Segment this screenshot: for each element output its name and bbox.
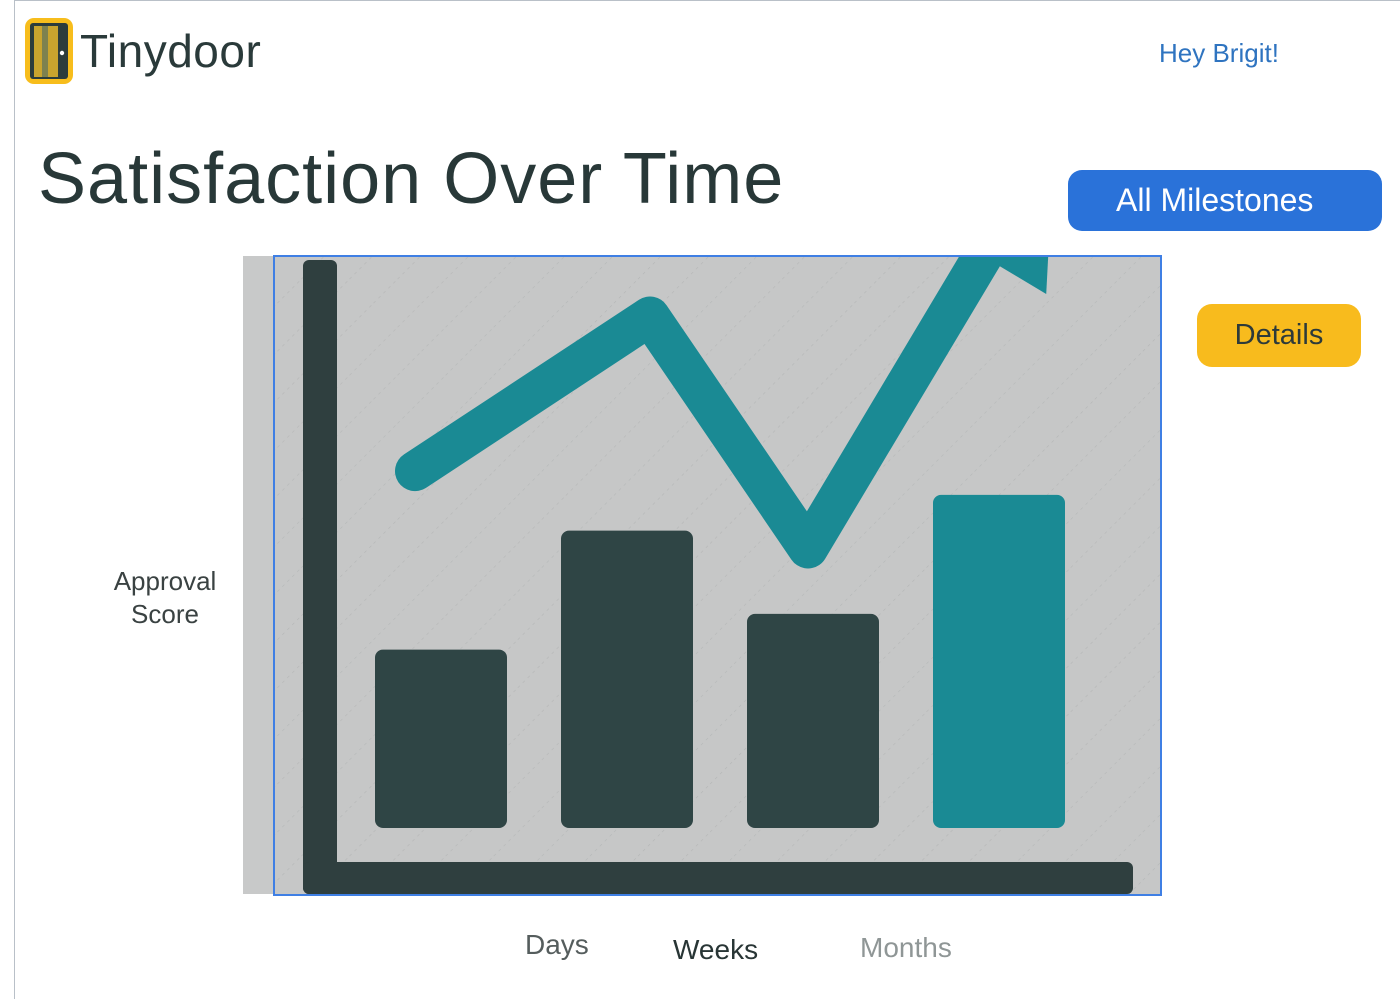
- app-logo[interactable]: Tinydoor: [24, 17, 261, 85]
- chart-svg: [275, 257, 1160, 894]
- tab-days[interactable]: Days: [525, 929, 589, 961]
- door-icon: [25, 18, 73, 84]
- chart-bar: [933, 494, 1065, 828]
- all-milestones-button[interactable]: All Milestones: [1068, 170, 1382, 231]
- app-name: Tinydoor: [80, 25, 262, 77]
- x-axis: [303, 862, 1133, 894]
- chart-bar: [561, 530, 693, 828]
- tab-weeks[interactable]: Weeks: [673, 934, 758, 966]
- y-axis-label-line1: Approval: [113, 566, 217, 596]
- chart-bar: [747, 613, 879, 828]
- satisfaction-chart[interactable]: [273, 255, 1162, 896]
- page-title: Satisfaction Over Time: [38, 139, 785, 219]
- chart-bar: [375, 649, 507, 828]
- y-axis-label-line2: Score: [131, 599, 199, 629]
- y-axis: [303, 260, 337, 894]
- chart-backplate: [243, 256, 275, 894]
- y-axis-label: Approval Score: [98, 565, 232, 631]
- user-greeting-link[interactable]: Hey Brigit!: [1159, 38, 1279, 69]
- tab-months[interactable]: Months: [860, 932, 952, 964]
- details-button[interactable]: Details: [1197, 304, 1361, 367]
